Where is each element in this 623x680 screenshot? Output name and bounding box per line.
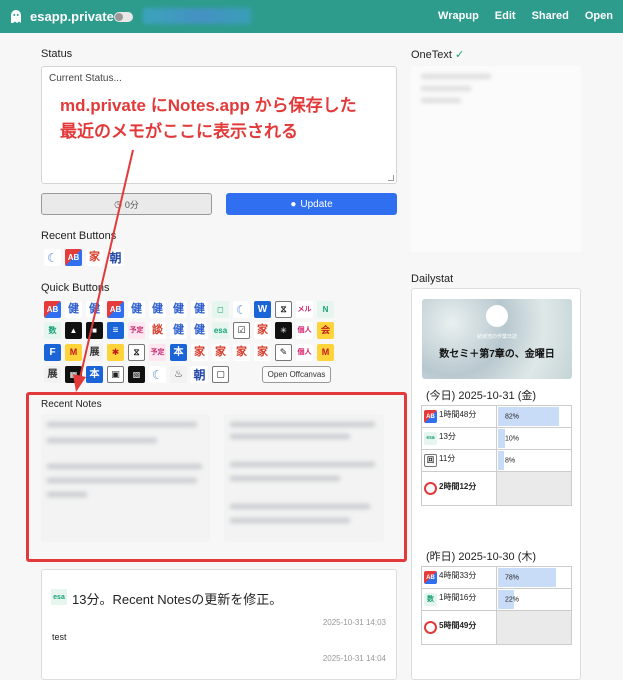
esa-icon: esa xyxy=(51,589,67,605)
alarm-clock-icon xyxy=(424,621,437,634)
table-row: esa 13分 10% xyxy=(421,427,572,450)
today-table: AB 1時間48分 82% esa 13分 10% 回 11分 8% 2時間12分 xyxy=(421,405,572,506)
row-duration: 13分 xyxy=(439,432,456,441)
row-duration: 1時間16分 xyxy=(439,593,477,602)
yesterday-heading: (昨日) 2025-10-30 (木) xyxy=(426,551,537,563)
table-row: 数 1時間16分 22% xyxy=(421,588,572,611)
timestamp: 2025-10-31 14:03 xyxy=(322,618,386,627)
table-row: 2時間12分 xyxy=(421,471,572,506)
banner-title: 数セミ＋第7章の、金曜日 xyxy=(439,349,555,360)
ghost-icon xyxy=(486,305,508,327)
timeline-title: 13分。Recent Notesの更新を修正。 xyxy=(72,592,283,607)
check-circle-icon: ✓ xyxy=(455,49,465,61)
dailystat-label: Dailystat xyxy=(411,273,454,285)
row-duration: 4時間33分 xyxy=(439,571,477,580)
table-row: AB 4時間33分 78% xyxy=(421,566,572,589)
frame-icon: 回 xyxy=(424,454,437,467)
yesterday-table: AB 4時間33分 78% 数 1時間16分 22% 5時間49分 xyxy=(421,566,572,645)
onetext-label: OneText ✓ xyxy=(411,48,464,61)
timeline-body: test xyxy=(52,632,67,642)
onetext-title: OneText xyxy=(411,49,452,61)
row-percent: 82% xyxy=(505,413,520,420)
today-heading: (今日) 2025-10-31 (金) xyxy=(426,390,537,402)
total-duration: 2時間12分 xyxy=(439,482,477,491)
row-percent: 78% xyxy=(505,574,520,581)
banner-subtitle: 結城浩の作業日誌 xyxy=(476,334,517,340)
total-duration: 5時間49分 xyxy=(439,621,477,630)
timeline-card[interactable]: esa 13分。Recent Notesの更新を修正。 2025-10-31 1… xyxy=(41,569,397,680)
row-duration: 1時間48分 xyxy=(439,410,477,419)
row-percent: 10% xyxy=(505,435,520,442)
dailystat-banner[interactable]: 結城浩の作業日誌 数セミ＋第7章の、金曜日 xyxy=(422,299,572,379)
table-row: 5時間49分 xyxy=(421,610,572,645)
ab-icon: AB xyxy=(424,571,437,584)
table-row: 回 11分 8% xyxy=(421,449,572,472)
timestamp: 2025-10-31 14:04 xyxy=(322,654,386,663)
ab-icon: AB xyxy=(424,410,437,423)
table-row: AB 1時間48分 82% xyxy=(421,405,572,428)
esa-icon: esa xyxy=(424,432,437,445)
alarm-clock-icon xyxy=(424,482,437,495)
row-duration: 11分 xyxy=(439,454,456,463)
row-percent: 22% xyxy=(505,596,520,603)
onetext-area[interactable] xyxy=(411,66,581,252)
row-percent: 8% xyxy=(505,457,516,464)
sugaku-icon: 数 xyxy=(424,593,437,606)
